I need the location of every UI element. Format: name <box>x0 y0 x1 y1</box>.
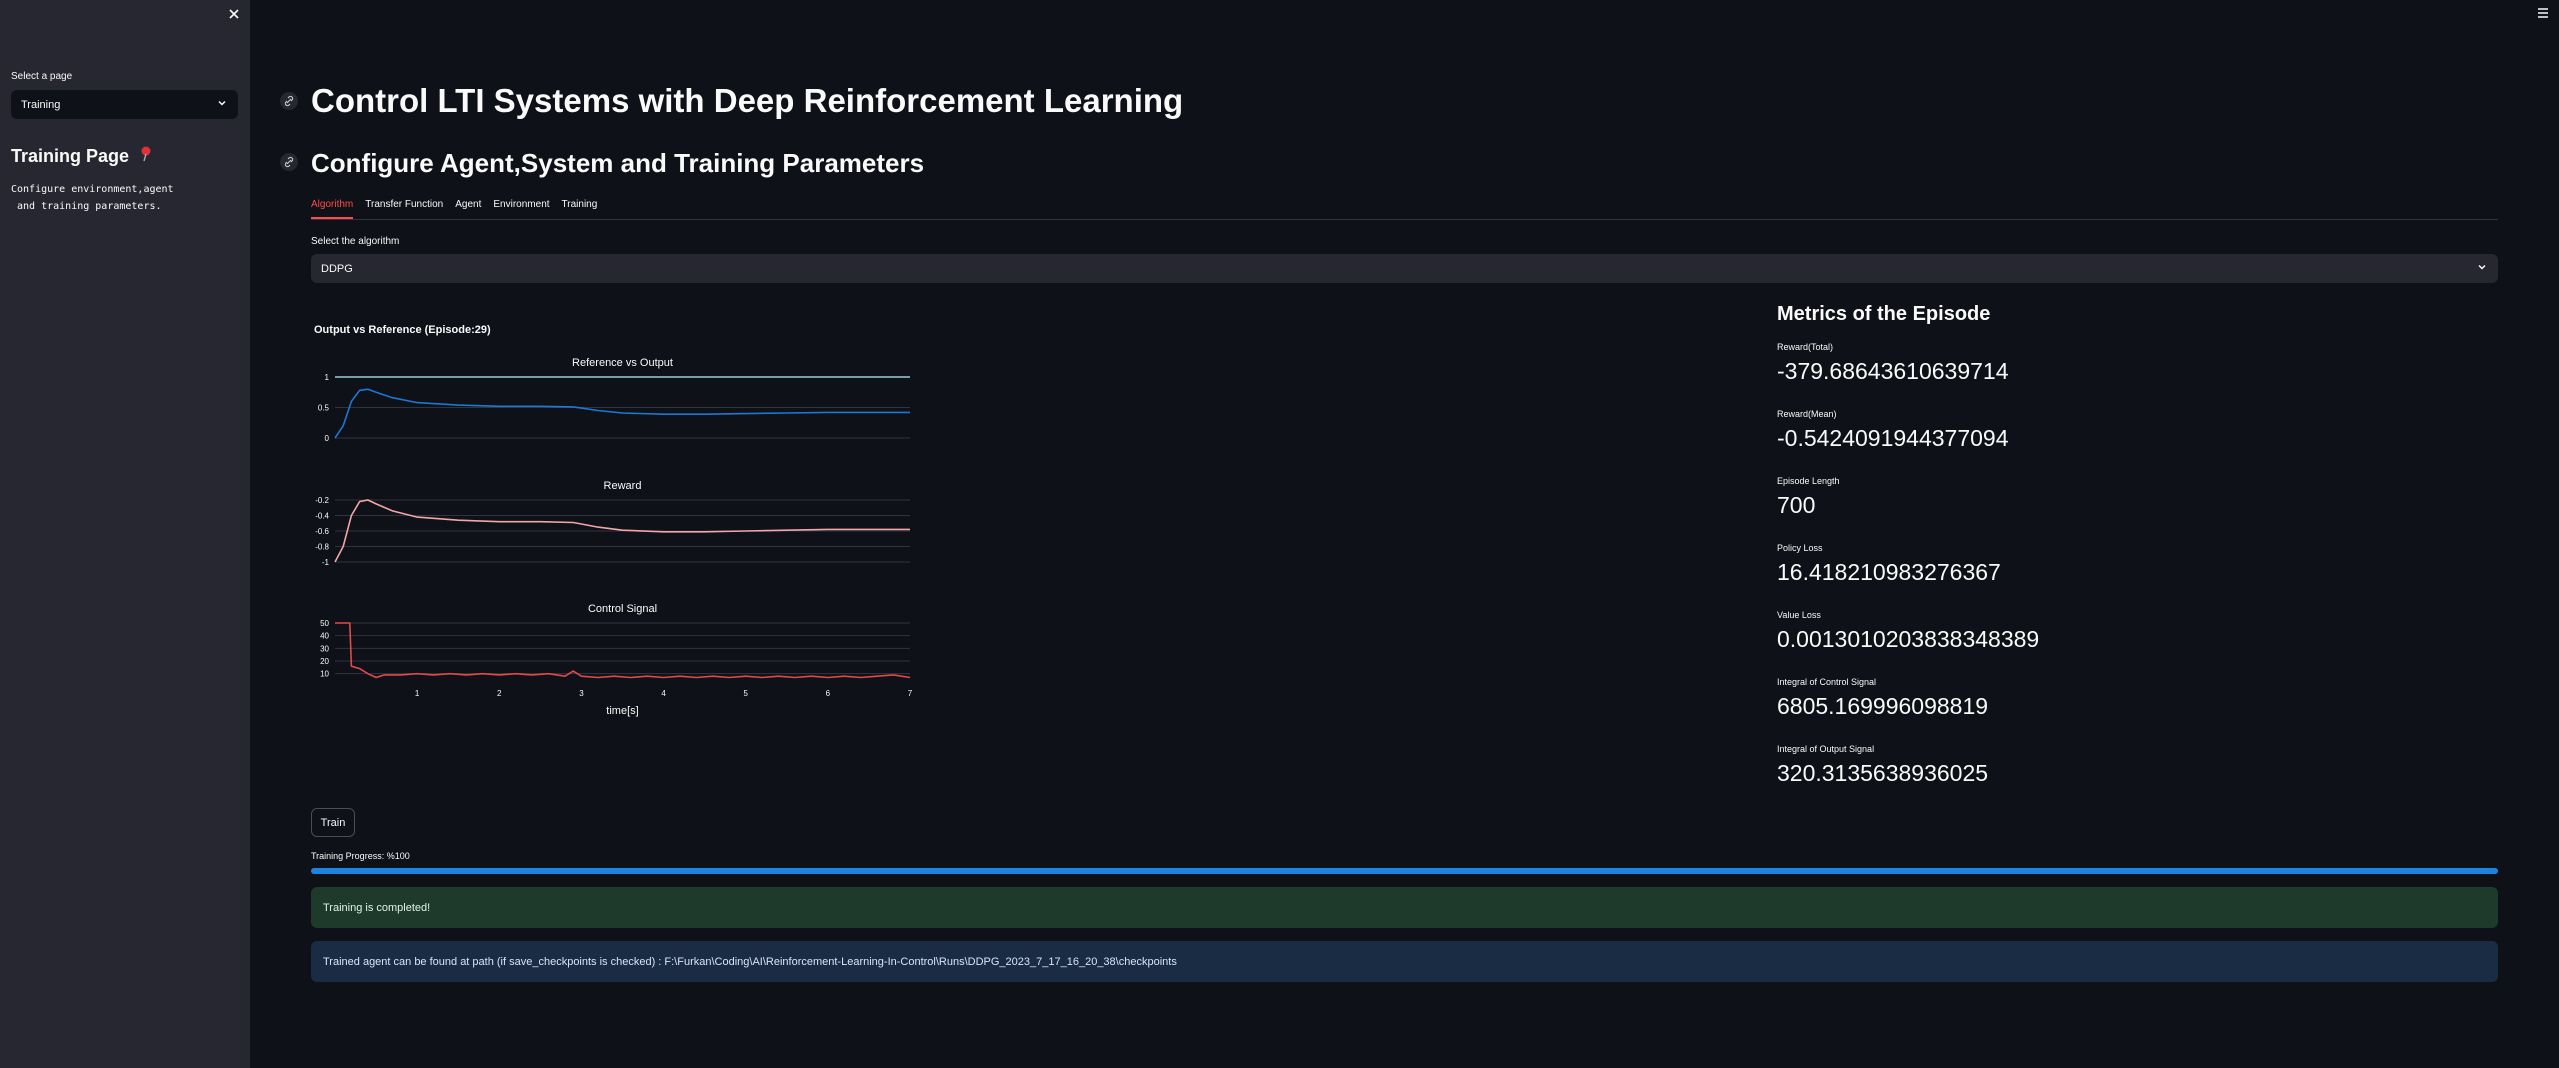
x-tick-label: 3 <box>579 689 584 698</box>
metric-value: 700 <box>1777 492 1816 518</box>
progress-bar <box>311 868 2498 874</box>
sidebar-title-text: Training Page <box>11 146 130 166</box>
y-tick-label: -0.2 <box>315 496 329 505</box>
metric-value: -0.5424091944377094 <box>1777 425 2009 451</box>
info-alert-text: Trained agent can be found at path (if s… <box>323 955 1177 968</box>
page-select-value: Training <box>21 98 61 111</box>
metric-reward-total: Reward(Total) -379.68643610639714 <box>1777 342 2009 385</box>
metric-value-loss: Value Loss 0.0013010203838348389 <box>1777 610 2039 653</box>
section-title: Configure Agent,System and Training Para… <box>311 148 925 178</box>
metric-value: -379.68643610639714 <box>1777 358 2009 384</box>
metric-reward-mean: Reward(Mean) -0.5424091944377094 <box>1777 409 2009 452</box>
x-tick-label: 1 <box>415 689 420 698</box>
chart-header: Output vs Reference (Episode:29) <box>314 324 491 336</box>
tab-algorithm[interactable]: Algorithm <box>311 196 354 219</box>
metric-label: Integral of Control Signal <box>1777 677 1877 687</box>
metric-integral-control: Integral of Control Signal 6805.16999609… <box>1777 677 1988 720</box>
x-tick-label: 5 <box>743 689 748 698</box>
y-tick-label: -1 <box>322 558 330 567</box>
x-tick-label: 6 <box>826 689 831 698</box>
metric-label: Integral of Output Signal <box>1777 744 1875 754</box>
chevron-down-icon <box>216 97 228 112</box>
y-tick-label: -0.8 <box>315 543 329 552</box>
metrics-title: Metrics of the Episode <box>1777 303 1991 325</box>
progress-fill <box>311 868 2498 874</box>
page-select[interactable]: Training <box>11 90 238 119</box>
y-tick-label: 50 <box>320 619 329 628</box>
series-line-0-1 <box>334 388 910 439</box>
x-tick-label: 2 <box>497 689 502 698</box>
x-axis-label: time[s] <box>606 705 638 717</box>
y-tick-label: 10 <box>320 670 329 679</box>
series-line-2-0 <box>335 622 911 679</box>
metric-value: 0.0013010203838348389 <box>1777 626 2040 652</box>
y-tick-label: 40 <box>320 632 329 641</box>
y-tick-label: 30 <box>320 644 329 653</box>
metric-episode-length: Episode Length 700 <box>1777 476 1840 519</box>
metric-integral-output: Integral of Output Signal 320.3135638936… <box>1777 744 1988 787</box>
y-tick-label: -0.6 <box>315 527 329 536</box>
sidebar-title: Training Page <box>11 146 153 167</box>
metric-label: Reward(Mean) <box>1777 409 1837 419</box>
tab-bar: Algorithm Transfer Function Agent Enviro… <box>311 196 2498 220</box>
tab-agent[interactable]: Agent <box>455 196 481 215</box>
episode-charts: Reference vs Output 0 0.5 1 Reward -0.2 -0.4 -0… <box>315 357 913 717</box>
sidebar: Select a page Training Training Page Con… <box>0 0 250 1068</box>
train-button[interactable]: Train <box>311 808 355 837</box>
title-anchor-link-icon[interactable] <box>279 91 299 111</box>
page-select-label: Select a page <box>11 71 73 82</box>
metric-label: Policy Loss <box>1777 543 1823 553</box>
y-tick-label: -0.4 <box>315 512 329 521</box>
progress-text: Training Progress: %100 <box>311 851 410 861</box>
y-tick-label: 0 <box>325 434 330 443</box>
chart-title-0: Reference vs Output <box>572 357 673 369</box>
subtitle-anchor-link-icon[interactable] <box>279 152 299 172</box>
metric-value: 6805.169996098819 <box>1777 693 1989 719</box>
success-alert-text: Training is completed! <box>323 901 431 914</box>
metric-label: Reward(Total) <box>1777 342 1834 352</box>
tab-transfer-function[interactable]: Transfer Function <box>365 196 443 215</box>
chart-title-2: Control Signal <box>588 603 657 615</box>
chart-title-1: Reward <box>604 480 642 492</box>
tab-training[interactable]: Training <box>562 196 598 215</box>
x-tick-label: 7 <box>908 689 913 698</box>
metric-value: 16.418210983276367 <box>1777 559 2001 585</box>
page-title: Control LTI Systems with Deep Reinforcem… <box>311 82 1184 119</box>
main-menu-icon[interactable] <box>2536 6 2550 20</box>
chevron-down-icon <box>2476 261 2488 276</box>
algorithm-select[interactable]: DDPG <box>311 254 2498 283</box>
success-alert: Training is completed! <box>311 887 2498 928</box>
info-alert: Trained agent can be found at path (if s… <box>311 941 2498 982</box>
algorithm-select-label: Select the algorithm <box>311 236 400 247</box>
sidebar-description: Configure environment,agent and training… <box>11 184 174 212</box>
algorithm-select-value: DDPG <box>321 262 353 275</box>
metric-label: Value Loss <box>1777 610 1821 620</box>
tab-environment[interactable]: Environment <box>493 196 549 215</box>
y-tick-label: 1 <box>325 373 330 382</box>
metric-policy-loss: Policy Loss 16.418210983276367 <box>1777 543 2001 586</box>
x-tick-label: 4 <box>661 689 666 698</box>
pushpin-icon <box>139 146 153 167</box>
close-sidebar-icon[interactable] <box>226 6 242 22</box>
metric-value: 320.3135638936025 <box>1777 760 1989 786</box>
y-tick-label: 20 <box>320 657 329 666</box>
y-tick-label: 0.5 <box>318 404 330 413</box>
metric-label: Episode Length <box>1777 476 1840 486</box>
